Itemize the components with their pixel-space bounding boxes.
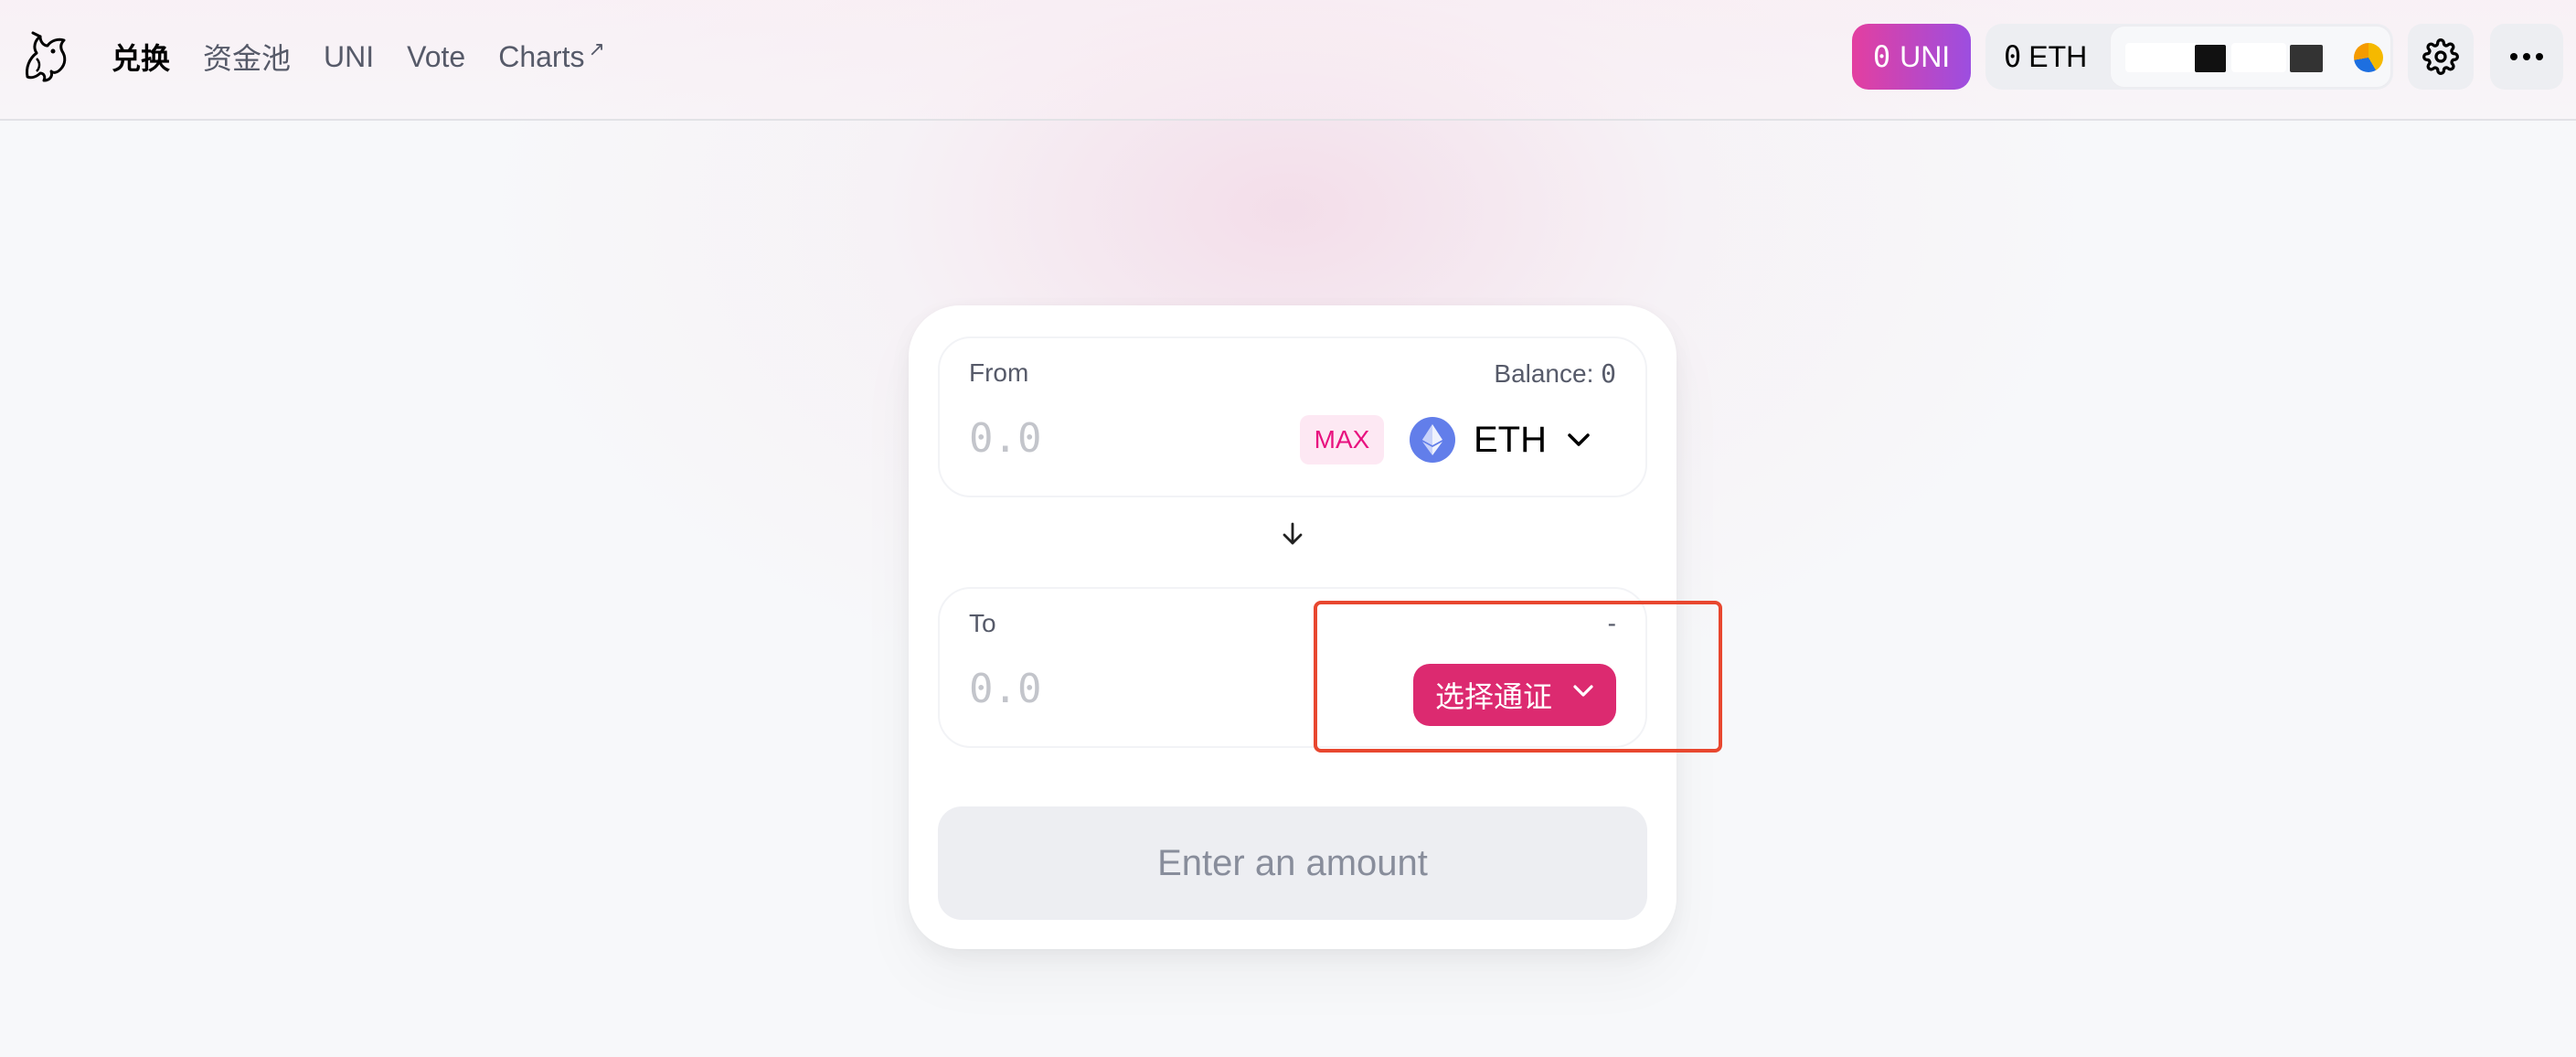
nav-vote-label: Vote (407, 39, 466, 73)
from-token-symbol: ETH (1474, 419, 1547, 460)
from-panel: From Balance: 0 0.0 MAX ETH (938, 336, 1647, 497)
nav-vote[interactable]: Vote (390, 33, 482, 81)
enter-amount-button[interactable]: Enter an amount (938, 806, 1647, 920)
more-dots-icon (2510, 53, 2543, 60)
to-balance: - (1607, 609, 1616, 637)
uni-balance-button[interactable]: 0 UNI (1852, 24, 1971, 90)
chevron-down-icon (1568, 433, 1590, 446)
nav-charts-label: Charts (498, 39, 585, 73)
select-token-button[interactable]: 选择通证 (1413, 664, 1616, 726)
wallet-avatar (2354, 43, 2383, 72)
eth-balance-symbol: ETH (2028, 39, 2088, 73)
unicorn-logo-icon[interactable] (20, 31, 69, 84)
chevron-down-icon (1573, 685, 1593, 697)
max-button[interactable]: MAX (1300, 415, 1384, 464)
nav-charts[interactable]: Charts ↗ (482, 33, 622, 81)
from-balance: Balance: 0 (1494, 358, 1616, 389)
nav-uni[interactable]: UNI (307, 33, 390, 81)
more-menu-button[interactable] (2490, 24, 2563, 90)
nav-swap-label: 兑换 (112, 42, 171, 75)
redacted-address-part (2290, 45, 2323, 72)
settings-button[interactable] (2408, 24, 2474, 90)
from-label: From (969, 358, 1029, 387)
gear-icon (2422, 38, 2459, 75)
nav-uni-label: UNI (324, 39, 375, 73)
select-token-label: 选择通证 (1435, 680, 1553, 713)
top-header: 兑换 资金池 UNI Vote Charts ↗ 0 UNI 0 ETH (0, 0, 2576, 121)
nav-pool-label: 资金池 (203, 42, 292, 75)
to-label: To (969, 609, 996, 637)
swap-card: From Balance: 0 0.0 MAX ETH To - 0.0 选择通… (909, 305, 1677, 949)
main-nav: 兑换 资金池 UNI Vote Charts ↗ (95, 31, 622, 82)
wallet-address-button[interactable] (2110, 26, 2391, 88)
to-amount-input[interactable]: 0.0 (969, 666, 1041, 712)
to-panel: To - 0.0 选择通证 (938, 587, 1647, 748)
eth-balance-amount: 0 (2004, 39, 2022, 74)
uni-balance-amount: 0 (1872, 39, 1891, 74)
ethereum-icon (1410, 417, 1455, 463)
redacted-address-part (2195, 45, 2226, 72)
redacted-address-part (2231, 43, 2286, 72)
balance-value: 0 (1601, 358, 1616, 389)
from-amount-input[interactable]: 0.0 (969, 415, 1041, 462)
arrow-down-icon[interactable] (1280, 521, 1305, 547)
external-link-icon: ↗ (588, 37, 605, 60)
balance-label: Balance: (1494, 359, 1594, 388)
eth-balance: 0 ETH (2004, 24, 2087, 90)
redacted-address-part (2125, 43, 2198, 72)
nav-pool[interactable]: 资金池 (186, 28, 307, 85)
account-group: 0 ETH (1985, 24, 2393, 90)
from-token-selector[interactable]: ETH (1410, 413, 1591, 466)
uni-balance-symbol: UNI (1900, 39, 1951, 73)
nav-swap[interactable]: 兑换 (95, 28, 186, 85)
